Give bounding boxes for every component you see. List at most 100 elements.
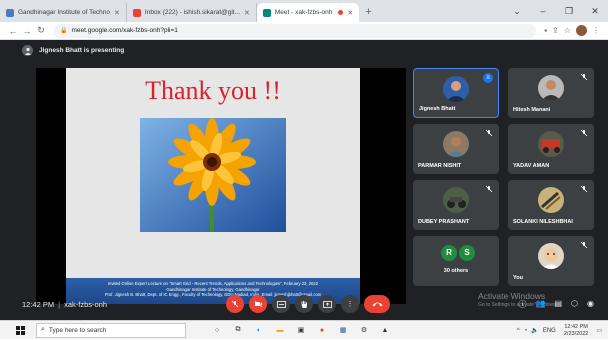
participant-tile[interactable]: ≡ Jignesh Bhatt bbox=[413, 68, 499, 118]
avatar bbox=[538, 187, 564, 213]
reload-icon[interactable]: ↻ bbox=[34, 25, 48, 36]
clock-date: 2/23/2022 bbox=[563, 330, 589, 337]
camera-toggle-button[interactable] bbox=[249, 295, 267, 313]
activities-icon[interactable]: ⬡ bbox=[571, 299, 578, 310]
participant-name: DUBEY PRASHANT bbox=[418, 219, 470, 225]
meeting-side-controls: ⓘ 👥 ▤ ⬡ ◉ bbox=[519, 299, 595, 310]
tab-search-button[interactable]: ⌄ bbox=[504, 6, 530, 17]
tab-title: Meet - xak-fzbs-onh bbox=[274, 9, 333, 16]
self-tile[interactable]: You bbox=[508, 236, 594, 286]
mic-off-icon bbox=[580, 129, 588, 137]
speaking-indicator-icon: ≡ bbox=[483, 73, 493, 83]
cortana-icon[interactable]: ○ bbox=[212, 325, 222, 335]
presentation-stage: Thank you !! Invited Online Expert Lectu… bbox=[36, 68, 406, 304]
close-window-button[interactable]: ✕ bbox=[582, 6, 608, 17]
minimize-button[interactable]: – bbox=[530, 6, 556, 16]
share-icon[interactable]: ⇪ bbox=[552, 26, 559, 35]
present-icon bbox=[322, 300, 332, 308]
info-icon[interactable]: ⓘ bbox=[519, 299, 527, 310]
presenting-banner: Jignesh Bhatt is presenting bbox=[22, 45, 124, 56]
chat-icon[interactable]: ▤ bbox=[554, 299, 562, 310]
slide-footer-line: Invited Online Expert Lecture on "Smart … bbox=[107, 281, 319, 286]
close-tab-icon[interactable]: ✕ bbox=[347, 9, 353, 17]
url-field[interactable]: 🔒 meet.google.com/xak-fzbs-onh?pli=1 bbox=[54, 23, 537, 38]
notifications-icon[interactable]: ▭ bbox=[596, 327, 602, 334]
avatar bbox=[538, 243, 564, 269]
mic-off-icon bbox=[485, 185, 493, 193]
browser-tab-meet[interactable]: Meet - xak-fzbs-onh ✕ bbox=[256, 3, 360, 22]
participant-tile[interactable]: DUBEY PRASHANT bbox=[413, 180, 499, 230]
lock-icon: 🔒 bbox=[60, 28, 68, 34]
settings-icon[interactable]: ⚙ bbox=[359, 325, 369, 335]
hand-icon bbox=[301, 300, 307, 308]
star-icon[interactable]: ☆ bbox=[564, 26, 571, 35]
start-button[interactable] bbox=[12, 321, 28, 340]
close-tab-icon[interactable]: ✕ bbox=[114, 9, 120, 17]
search-icon: ⌕ bbox=[41, 326, 45, 333]
participant-name: Hitesh Manani bbox=[513, 107, 551, 113]
new-tab-button[interactable]: + bbox=[359, 3, 377, 22]
leave-call-button[interactable] bbox=[364, 295, 390, 313]
slide-title: Thank you !! bbox=[145, 76, 281, 105]
edge-icon[interactable]: ◐ bbox=[254, 325, 264, 335]
participant-tile[interactable]: Hitesh Manani bbox=[508, 68, 594, 118]
store-icon[interactable]: ▣ bbox=[296, 325, 306, 335]
windows-taskbar: ⌕ Type here to search ○ ⧉ ◐ ▬ ▣ ● ▦ ⚙ ▲ … bbox=[0, 320, 608, 339]
maximize-button[interactable]: ❐ bbox=[556, 6, 582, 17]
photos-icon[interactable]: ▲ bbox=[380, 325, 390, 335]
taskbar-apps: ○ ⧉ ◐ ▬ ▣ ● ▦ ⚙ ▲ bbox=[212, 325, 390, 335]
close-tab-icon[interactable]: ✕ bbox=[244, 9, 250, 17]
mic-off-icon bbox=[485, 129, 493, 137]
chevron-up-icon[interactable]: ^ bbox=[517, 328, 520, 334]
more-options-button[interactable]: ⋮ bbox=[341, 295, 359, 313]
participant-tile[interactable]: PARMAR NISHIT bbox=[413, 124, 499, 174]
taskbar-search-input[interactable]: ⌕ Type here to search bbox=[36, 322, 186, 338]
window-controls: ⌄ – ❐ ✕ bbox=[504, 0, 608, 22]
mic-toggle-button[interactable] bbox=[226, 295, 244, 313]
avatar bbox=[443, 187, 469, 213]
participant-name: Jignesh Bhatt bbox=[419, 106, 456, 112]
browser-tab-inbox[interactable]: Inbox (222) - ishish.sikarat@git... ✕ bbox=[127, 3, 257, 22]
separator: | bbox=[58, 300, 61, 309]
presenting-text: Jignesh Bhatt is presenting bbox=[39, 47, 125, 54]
recording-dot-icon bbox=[338, 10, 344, 15]
language-indicator[interactable]: ENG bbox=[543, 328, 556, 334]
host-controls-icon[interactable]: ◉ bbox=[587, 299, 594, 310]
network-icon[interactable]: ◔ bbox=[524, 328, 528, 334]
meet-area: Jignesh Bhatt is presenting Thank you !! bbox=[0, 40, 608, 320]
participant-name: YADAV AMAN bbox=[513, 163, 550, 169]
mic-off-icon bbox=[580, 185, 588, 193]
chrome-icon[interactable]: ● bbox=[317, 325, 327, 335]
raise-hand-button[interactable] bbox=[295, 295, 313, 313]
camera-icon[interactable]: ▪ bbox=[544, 26, 547, 35]
forward-icon[interactable]: → bbox=[20, 26, 34, 36]
url-text: meet.google.com/xak-fzbs-onh?pli=1 bbox=[71, 27, 178, 34]
profile-avatar[interactable] bbox=[576, 25, 587, 36]
back-icon[interactable]: ← bbox=[6, 26, 20, 36]
participant-tile[interactable]: SOLANKI NILESHBHAI bbox=[508, 180, 594, 230]
mic-off-icon bbox=[231, 300, 239, 308]
volume-icon[interactable]: 🔈 bbox=[531, 327, 538, 334]
others-avatar: S bbox=[459, 245, 475, 261]
taskbar-clock[interactable]: 12:42 PM 2/23/2022 bbox=[564, 324, 588, 337]
file-explorer-icon[interactable]: ▬ bbox=[275, 325, 285, 335]
people-icon[interactable]: 👥 bbox=[536, 299, 546, 310]
presentation-slide: Thank you !! Invited Online Expert Lectu… bbox=[66, 68, 360, 304]
others-avatar: R bbox=[441, 245, 457, 261]
word-icon[interactable]: ▦ bbox=[338, 325, 348, 335]
avatar bbox=[443, 131, 469, 157]
participant-name: You bbox=[513, 275, 523, 281]
menu-icon[interactable]: ⋮ bbox=[592, 26, 600, 35]
presenter-avatar-icon bbox=[22, 45, 33, 56]
present-button[interactable] bbox=[318, 295, 336, 313]
tab-title: Inbox (222) - ishish.sikarat@git... bbox=[144, 9, 241, 16]
avatar bbox=[443, 76, 469, 102]
participant-name: PARMAR NISHIT bbox=[418, 163, 462, 169]
avatar bbox=[538, 131, 564, 157]
others-tile[interactable]: R S 30 others bbox=[413, 236, 499, 286]
toolbar-icons: ▪ ⇪ ☆ ⋮ bbox=[536, 25, 608, 36]
task-view-icon[interactable]: ⧉ bbox=[233, 325, 243, 335]
browser-tab-gandhinagar[interactable]: Gandhinagar Institute of Techno ✕ bbox=[0, 3, 127, 22]
captions-button[interactable] bbox=[272, 295, 290, 313]
participant-tile[interactable]: YADAV AMAN bbox=[508, 124, 594, 174]
